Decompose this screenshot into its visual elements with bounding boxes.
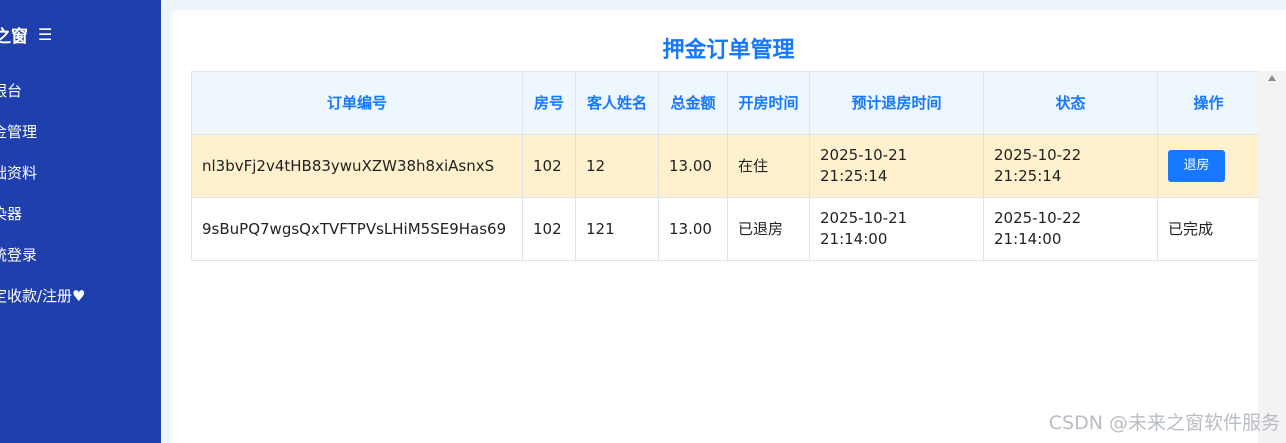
table-header-row: 订单编号 房号 客人姓名 总金额 开房时间 预计退房时间 状态 操作 bbox=[191, 71, 1260, 135]
column-header-checkin-time: 开房时间 bbox=[727, 71, 810, 135]
cell-total: 13.00 bbox=[658, 197, 728, 261]
vertical-scrollbar[interactable] bbox=[1258, 71, 1286, 443]
checkin-date: 2025-10-21 bbox=[820, 209, 908, 227]
sidebar-item-system-login[interactable]: 统登录 bbox=[0, 244, 86, 285]
sidebar-item-payment-register[interactable]: 定收款/注册♥ bbox=[0, 285, 86, 326]
column-header-status: 状态 bbox=[983, 71, 1158, 135]
column-header-total: 总金额 bbox=[658, 71, 728, 135]
page-title: 押金订单管理 bbox=[662, 38, 795, 63]
cell-status: 已退房 bbox=[727, 197, 810, 261]
checkout-clock: 21:14:00 bbox=[994, 230, 1062, 248]
sidebar-nav: 银台 金管理 础资料 染器 统登录 定收款/注册♥ bbox=[0, 80, 86, 326]
cell-action-status: 已完成 bbox=[1157, 197, 1260, 261]
watermark: CSDN @未来之窗软件服务 bbox=[1048, 412, 1280, 434]
sidebar-item-renderer[interactable]: 染器 bbox=[0, 203, 86, 244]
checkin-date: 2025-10-21 bbox=[820, 146, 908, 164]
scroll-up-arrow-icon[interactable] bbox=[1268, 75, 1276, 81]
cell-order-no: 9sBuPQ7wgsQxTVFTPVsLHiM5SE9Has69 bbox=[191, 197, 523, 261]
column-header-action: 操作 bbox=[1157, 71, 1260, 135]
cell-guest: 12 bbox=[575, 134, 659, 198]
table-row[interactable]: 9sBuPQ7wgsQxTVFTPVsLHiM5SE9Has69 102 121… bbox=[191, 197, 1260, 261]
checkin-clock: 21:25:14 bbox=[820, 167, 888, 185]
cell-order-no: nl3bvFj2v4tHB83ywuXZW38h8xiAsnxS bbox=[191, 134, 523, 198]
cell-checkin-time: 2025-10-21 21:25:14 bbox=[809, 134, 984, 198]
sidebar-brand: 之窗 ☰ bbox=[0, 22, 52, 47]
column-header-room: 房号 bbox=[522, 71, 576, 135]
cell-status: 在住 bbox=[727, 134, 810, 198]
cell-action: 退房 bbox=[1157, 134, 1260, 198]
deposit-order-table: 订单编号 房号 客人姓名 总金额 开房时间 预计退房时间 状态 操作 nl3bv… bbox=[191, 71, 1260, 261]
main-panel: 押金订单管理 订单编号 房号 客人姓名 总金额 开房时间 预计退房时间 状态 操… bbox=[171, 10, 1286, 443]
cell-room: 102 bbox=[522, 134, 576, 198]
table-row[interactable]: nl3bvFj2v4tHB83ywuXZW38h8xiAsnxS 102 12 … bbox=[191, 134, 1260, 198]
sidebar-item-deposit-management[interactable]: 金管理 bbox=[0, 121, 86, 162]
checkout-date: 2025-10-22 bbox=[994, 146, 1082, 164]
cell-checkout-time: 2025-10-22 21:25:14 bbox=[983, 134, 1158, 198]
sidebar-item-cashier[interactable]: 银台 bbox=[0, 80, 86, 121]
sidebar-item-basic-data[interactable]: 础资料 bbox=[0, 162, 86, 203]
checkout-clock: 21:25:14 bbox=[994, 167, 1062, 185]
column-header-checkout-time: 预计退房时间 bbox=[809, 71, 984, 135]
column-header-guest: 客人姓名 bbox=[575, 71, 659, 135]
cell-checkin-time: 2025-10-21 21:14:00 bbox=[809, 197, 984, 261]
brand-title: 之窗 bbox=[0, 27, 28, 47]
cell-total: 13.00 bbox=[658, 134, 728, 198]
cell-room: 102 bbox=[522, 197, 576, 261]
cell-checkout-time: 2025-10-22 21:14:00 bbox=[983, 197, 1158, 261]
menu-toggle-icon[interactable]: ☰ bbox=[38, 25, 52, 44]
sidebar: 之窗 ☰ 银台 金管理 础资料 染器 统登录 定收款/注册♥ bbox=[0, 0, 161, 443]
cell-guest: 121 bbox=[575, 197, 659, 261]
checkin-clock: 21:14:00 bbox=[820, 230, 888, 248]
checkout-button[interactable]: 退房 bbox=[1168, 150, 1225, 182]
column-header-order-no: 订单编号 bbox=[191, 71, 523, 135]
checkout-date: 2025-10-22 bbox=[994, 209, 1082, 227]
